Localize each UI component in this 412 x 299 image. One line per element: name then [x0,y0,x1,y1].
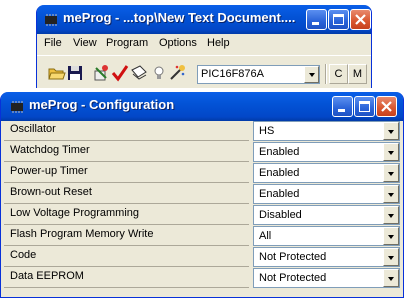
chevron-down-icon[interactable] [304,66,319,83]
maximize-icon [359,101,370,112]
chevron-down-icon[interactable] [383,248,399,266]
config-row-data-eeprom: Data EEPROM Not Protected [4,268,400,289]
chevron-down-icon[interactable] [383,185,399,203]
config-titlebar[interactable]: meProg - Configuration [1,92,403,121]
flash-write-select[interactable]: All [253,226,400,246]
oscillator-select[interactable]: HS [253,121,400,141]
minimize-icon [312,22,319,25]
maximize-button[interactable] [328,9,349,30]
config-label: Watchdog Timer [4,142,249,162]
chevron-down-icon[interactable] [383,269,399,287]
watchdog-timer-select[interactable]: Enabled [253,142,400,162]
code-protection-select[interactable]: Not Protected [253,247,400,267]
chevron-down-icon[interactable] [383,122,399,140]
menu-program[interactable]: Program [106,37,148,49]
bulb-icon[interactable] [150,64,168,82]
device-select-value: PIC16F876A [201,68,264,80]
close-button[interactable] [350,9,371,30]
menu-options[interactable]: Options [159,37,197,49]
config-row-flash-write: Flash Program Memory Write All [4,226,400,247]
minimize-button[interactable] [306,9,327,30]
config-row-code: Code Not Protected [4,247,400,268]
config-label: Power-up Timer [4,163,249,183]
minimize-icon [338,109,345,112]
config-icon[interactable] [92,64,110,82]
brown-out-reset-select[interactable]: Enabled [253,184,400,204]
menu-bar: File View Program Options Help [37,34,371,53]
chevron-down-icon[interactable] [383,164,399,182]
close-icon [381,101,392,112]
select-value: Enabled [259,188,300,200]
configuration-window: meProg - Configuration Oscillator HS Wat… [0,92,404,298]
power-up-timer-select[interactable]: Enabled [253,163,400,183]
m-button[interactable]: M [348,64,367,84]
toolbar-separator [325,64,327,84]
low-voltage-programming-select[interactable]: Disabled [253,205,400,225]
chevron-down-icon[interactable] [383,143,399,161]
select-value: Disabled [259,209,302,221]
close-icon [355,14,366,25]
maximize-button[interactable] [354,96,375,117]
chip-app-icon [11,101,23,113]
config-row-oscillator: Oscillator HS [4,121,400,142]
config-label: Brown-out Reset [4,184,249,204]
config-label: Code [4,247,249,267]
close-button[interactable] [376,96,397,117]
select-value: Not Protected [259,272,327,284]
config-window-title: meProg - Configuration [29,97,175,112]
save-disk-icon[interactable] [66,64,84,82]
data-eeprom-select[interactable]: Not Protected [253,268,400,288]
minimize-button[interactable] [332,96,353,117]
config-label: Data EEPROM [4,268,249,288]
menu-help[interactable]: Help [207,37,230,49]
config-label: Flash Program Memory Write [4,226,249,246]
menu-file[interactable]: File [44,37,62,49]
select-value: All [259,230,272,242]
main-window: meProg - ...top\New Text Document.... Fi… [36,5,372,88]
menu-view[interactable]: View [73,37,97,49]
open-folder-icon[interactable] [48,64,66,82]
select-value: Enabled [259,146,300,158]
select-value: HS [259,125,275,137]
main-window-title: meProg - ...top\New Text Document.... [63,10,296,25]
config-row-low-voltage-programming: Low Voltage Programming Disabled [4,205,400,226]
read-chip-icon[interactable] [130,64,148,82]
device-select[interactable]: PIC16F876A [197,65,320,84]
maximize-icon [333,14,344,25]
config-row-watchdog-timer: Watchdog Timer Enabled [4,142,400,163]
c-button[interactable]: C [329,64,348,84]
config-label: Oscillator [4,121,249,141]
verify-check-icon[interactable] [111,64,129,82]
chevron-down-icon[interactable] [383,206,399,224]
chip-app-icon [45,14,57,26]
chevron-down-icon[interactable] [383,227,399,245]
select-value: Enabled [259,167,300,179]
main-titlebar[interactable]: meProg - ...top\New Text Document.... [37,5,371,34]
select-value: Not Protected [259,251,327,263]
config-label: Low Voltage Programming [4,205,249,225]
toolbar: PIC16F876A C M [37,55,371,88]
config-row-brown-out-reset: Brown-out Reset Enabled [4,184,400,205]
erase-wand-icon[interactable] [168,64,186,82]
config-row-power-up-timer: Power-up Timer Enabled [4,163,400,184]
